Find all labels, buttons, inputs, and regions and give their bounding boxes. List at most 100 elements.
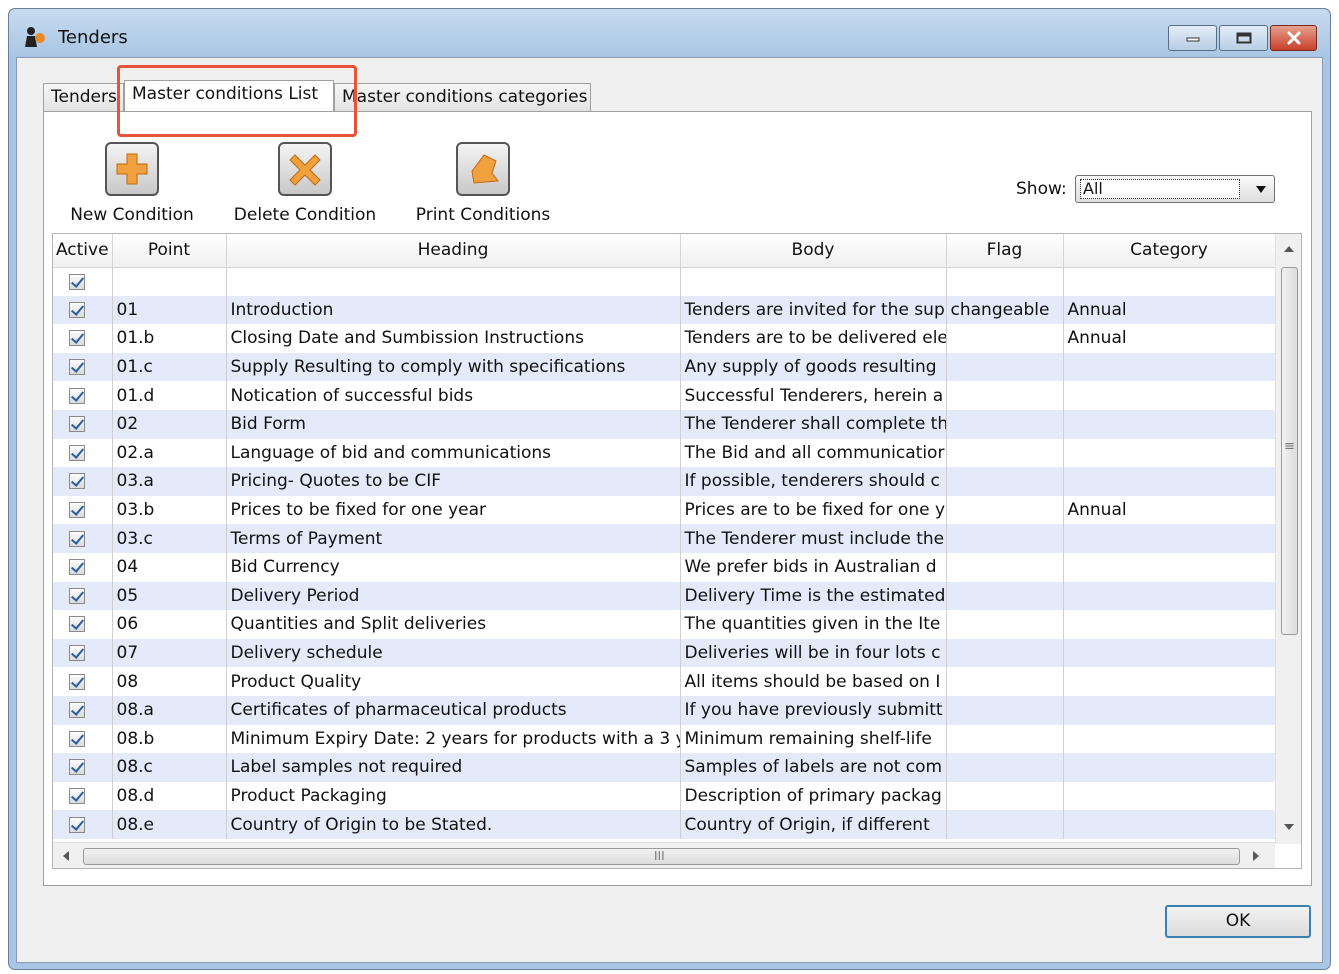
active-checkbox-icon[interactable] (69, 587, 85, 604)
active-checkbox-icon[interactable] (69, 473, 85, 490)
table-row[interactable]: 07 Delivery schedule Deliveries will be in… (53, 638, 1276, 668)
table-row[interactable]: 08.e Country of Origin to be Stated. Count… (53, 810, 1276, 839)
ok-button[interactable]: OK (1165, 905, 1311, 938)
minimize-button[interactable] (1168, 25, 1217, 51)
active-checkbox-icon[interactable] (69, 273, 85, 290)
table-row[interactable]: 05 Delivery Period Delivery Time is the es… (53, 581, 1276, 611)
body-cell: The Tenderer must include the (680, 524, 947, 553)
active-checkbox-icon[interactable] (69, 530, 85, 547)
vertical-scrollbar[interactable]: ≡ (1275, 234, 1301, 844)
point-cell: 08.a (112, 695, 227, 725)
active-checkbox-icon[interactable] (69, 359, 85, 376)
tenders-window: Tenders Tenders Master conditions List M… (8, 8, 1331, 970)
table-row[interactable]: 01.d Notication of successful bids Success… (53, 381, 1276, 410)
active-checkbox-icon[interactable] (69, 673, 85, 690)
category-cell: Annual (1063, 295, 1276, 325)
heading-cell: Supply Resulting to comply with specific… (226, 352, 681, 382)
active-cell (53, 495, 113, 525)
table-row[interactable]: 03.b Prices to be fixed for one year Price… (53, 495, 1276, 525)
body-cell: Deliveries will be in four lots c (680, 638, 947, 668)
table-header: Active Point Heading Body Flag Category (53, 234, 1276, 268)
new-condition-button[interactable]: New Condition (66, 142, 198, 225)
scroll-left-arrow-icon[interactable] (63, 851, 69, 861)
vertical-scroll-thumb[interactable]: ≡ (1281, 267, 1298, 635)
table-row[interactable]: 04 Bid Currency We prefer bids in Australi… (53, 552, 1276, 582)
active-checkbox-icon[interactable] (69, 502, 85, 519)
body-cell: If possible, tenderers should c (680, 467, 947, 496)
table-row[interactable]: 08.a Certificates of pharmaceutical produ… (53, 695, 1276, 725)
column-header-point[interactable]: Point (112, 234, 227, 268)
body-cell: The Bid and all communicatior (680, 438, 947, 468)
point-cell: 03.a (112, 467, 227, 496)
heading-cell: Bid Currency (226, 552, 681, 582)
heading-cell: Terms of Payment (226, 524, 681, 553)
active-checkbox-icon[interactable] (69, 330, 85, 347)
table-row[interactable]: 08 Product Quality All items should be bas… (53, 667, 1276, 696)
scroll-up-arrow-icon[interactable] (1284, 246, 1294, 252)
active-cell (53, 724, 113, 754)
body-cell: Minimum remaining shelf-life (680, 724, 947, 754)
table-row[interactable]: 01.b Closing Date and Sumbission Instruct… (53, 324, 1276, 353)
table-row[interactable]: 01 Introduction Tenders are invited for th… (53, 295, 1276, 325)
active-cell (53, 638, 113, 668)
active-cell (53, 552, 113, 582)
table-row[interactable]: 03.c Terms of Payment The Tenderer must in… (53, 524, 1276, 553)
table-row[interactable]: 03.a Pricing- Quotes to be CIF If possible… (53, 467, 1276, 496)
active-checkbox-icon[interactable] (69, 301, 85, 318)
column-header-body[interactable]: Body (680, 234, 947, 268)
heading-cell: Bid Form (226, 409, 681, 439)
horizontal-scroll-thumb[interactable]: III (83, 848, 1240, 865)
active-checkbox-icon[interactable] (69, 702, 85, 719)
heading-cell: Product Packaging (226, 781, 681, 811)
active-checkbox-icon[interactable] (69, 387, 85, 404)
active-checkbox-icon[interactable] (69, 730, 85, 747)
tab-master-conditions-list[interactable]: Master conditions List (124, 80, 334, 111)
flag-cell (946, 810, 1064, 839)
tab-master-conditions-categories[interactable]: Master conditions categories (334, 83, 591, 111)
show-filter-dropdown[interactable]: All (1075, 175, 1275, 203)
table-row[interactable]: 06 Quantities and Split deliveries The qua… (53, 610, 1276, 639)
category-cell (1063, 267, 1276, 296)
active-checkbox-icon[interactable] (69, 616, 85, 633)
point-cell: 01.d (112, 381, 227, 410)
body-cell: Tenders are invited for the sup (680, 295, 947, 325)
point-cell: 07 (112, 638, 227, 668)
active-checkbox-icon[interactable] (69, 416, 85, 433)
column-header-flag[interactable]: Flag (946, 234, 1064, 268)
scroll-down-arrow-icon[interactable] (1284, 824, 1294, 830)
category-cell (1063, 438, 1276, 468)
minimize-icon (1186, 37, 1199, 42)
table-row[interactable]: 08.b Minimum Expiry Date: 2 years for pro… (53, 724, 1276, 754)
scroll-right-arrow-icon[interactable] (1253, 851, 1259, 861)
column-header-active[interactable]: Active (53, 234, 113, 268)
table-row[interactable]: 02 Bid Form The Tenderer shall complete th (53, 409, 1276, 439)
vertical-scroll-grip: ≡ (1284, 439, 1295, 454)
heading-cell: Notication of successful bids (226, 381, 681, 410)
table-row[interactable]: 01.c Supply Resulting to comply with spec… (53, 352, 1276, 382)
table-row[interactable]: 08.d Product Packaging Description of prim… (53, 781, 1276, 811)
active-checkbox-icon[interactable] (69, 645, 85, 662)
app-icon (25, 27, 45, 47)
column-header-heading[interactable]: Heading (226, 234, 681, 268)
active-checkbox-icon[interactable] (69, 816, 85, 833)
table-row[interactable] (53, 267, 1276, 296)
column-header-category[interactable]: Category (1063, 234, 1276, 268)
close-button[interactable] (1270, 25, 1317, 51)
maximize-button[interactable] (1219, 25, 1268, 51)
plus-icon (116, 153, 148, 185)
body-cell: Country of Origin, if different (680, 810, 947, 839)
table-row[interactable]: 02.a Language of bid and communications Th… (53, 438, 1276, 468)
print-conditions-button[interactable]: Print Conditions (410, 142, 556, 225)
window-controls (1166, 25, 1317, 51)
table-row[interactable]: 08.c Label samples not required Samples of… (53, 753, 1276, 782)
horizontal-scrollbar[interactable]: III (53, 842, 1275, 868)
tab-tenders[interactable]: Tenders (43, 83, 124, 111)
category-cell (1063, 753, 1276, 782)
delete-condition-button[interactable]: Delete Condition (230, 142, 380, 225)
active-checkbox-icon[interactable] (69, 787, 85, 804)
active-checkbox-icon[interactable] (69, 444, 85, 461)
title-bar[interactable]: Tenders (9, 9, 1330, 57)
active-checkbox-icon[interactable] (69, 559, 85, 576)
active-checkbox-icon[interactable] (69, 759, 85, 776)
conditions-table: Active Point Heading Body Flag Category … (52, 233, 1302, 869)
